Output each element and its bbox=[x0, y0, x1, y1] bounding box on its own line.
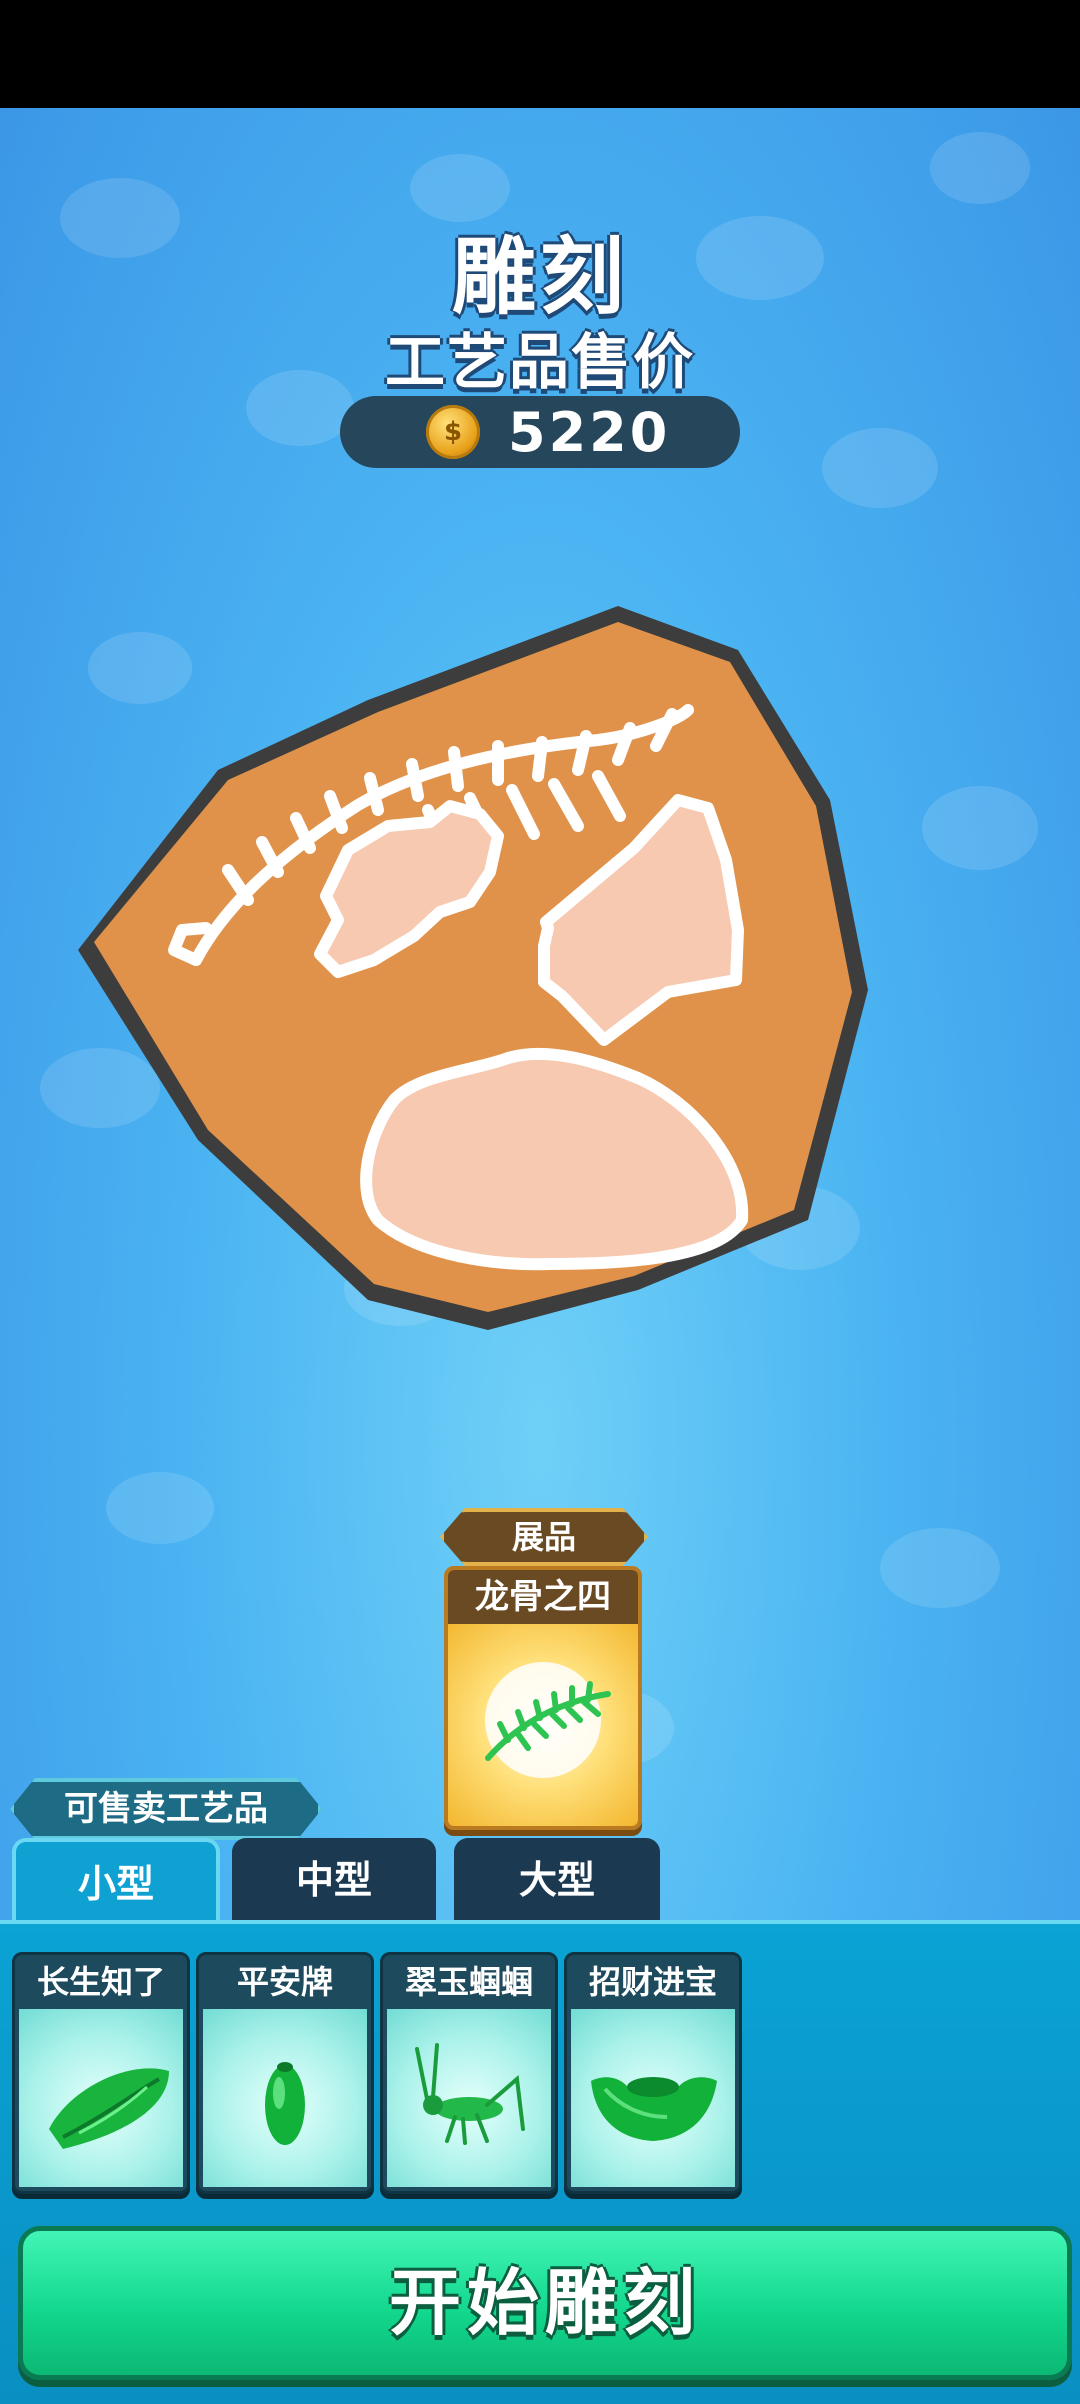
exhibit-name: 龙骨之四 bbox=[448, 1570, 638, 1624]
jade-grasshopper-icon bbox=[415, 2043, 525, 2145]
status-bar bbox=[0, 0, 1080, 108]
carving-stone[interactable] bbox=[78, 600, 878, 1340]
sellable-crafts-label: 可售卖工艺品 bbox=[10, 1778, 322, 1840]
price-subtitle: 工艺品售价 bbox=[385, 328, 695, 398]
item-name: 长生知了 bbox=[36, 1963, 165, 2001]
craft-item-cicada[interactable]: 长生知了 bbox=[12, 1952, 190, 2194]
craft-item-grasshopper[interactable]: 翠玉蝈蝈 bbox=[380, 1952, 558, 2194]
jade-ingot-icon bbox=[591, 2077, 717, 2141]
item-name: 翠玉蝈蝈 bbox=[404, 1963, 533, 2001]
start-carving-button[interactable]: 开始雕刻 bbox=[18, 2226, 1072, 2380]
jade-pendant-icon bbox=[265, 2062, 305, 2145]
tab-small[interactable]: 小型 bbox=[12, 1838, 220, 1926]
page-title: 雕刻 bbox=[451, 228, 628, 326]
jade-cicada-icon bbox=[49, 2068, 169, 2149]
craft-item-ingot[interactable]: 招财进宝 bbox=[564, 1952, 742, 2194]
tab-large[interactable]: 大型 bbox=[454, 1838, 660, 1922]
tab-medium[interactable]: 中型 bbox=[232, 1838, 436, 1922]
coin-icon: $ bbox=[426, 405, 480, 459]
exhibit-tag: 展品 bbox=[440, 1508, 648, 1566]
craft-item-pendant[interactable]: 平安牌 bbox=[196, 1952, 374, 2194]
price-value: 5220 bbox=[508, 400, 671, 464]
price-display: $ 5220 bbox=[340, 396, 740, 468]
item-name: 平安牌 bbox=[236, 1963, 333, 2001]
dragon-bone-icon bbox=[485, 1662, 611, 1778]
item-name: 招财进宝 bbox=[588, 1963, 717, 2001]
exhibit-card[interactable]: 龙骨之四 bbox=[444, 1566, 642, 1830]
